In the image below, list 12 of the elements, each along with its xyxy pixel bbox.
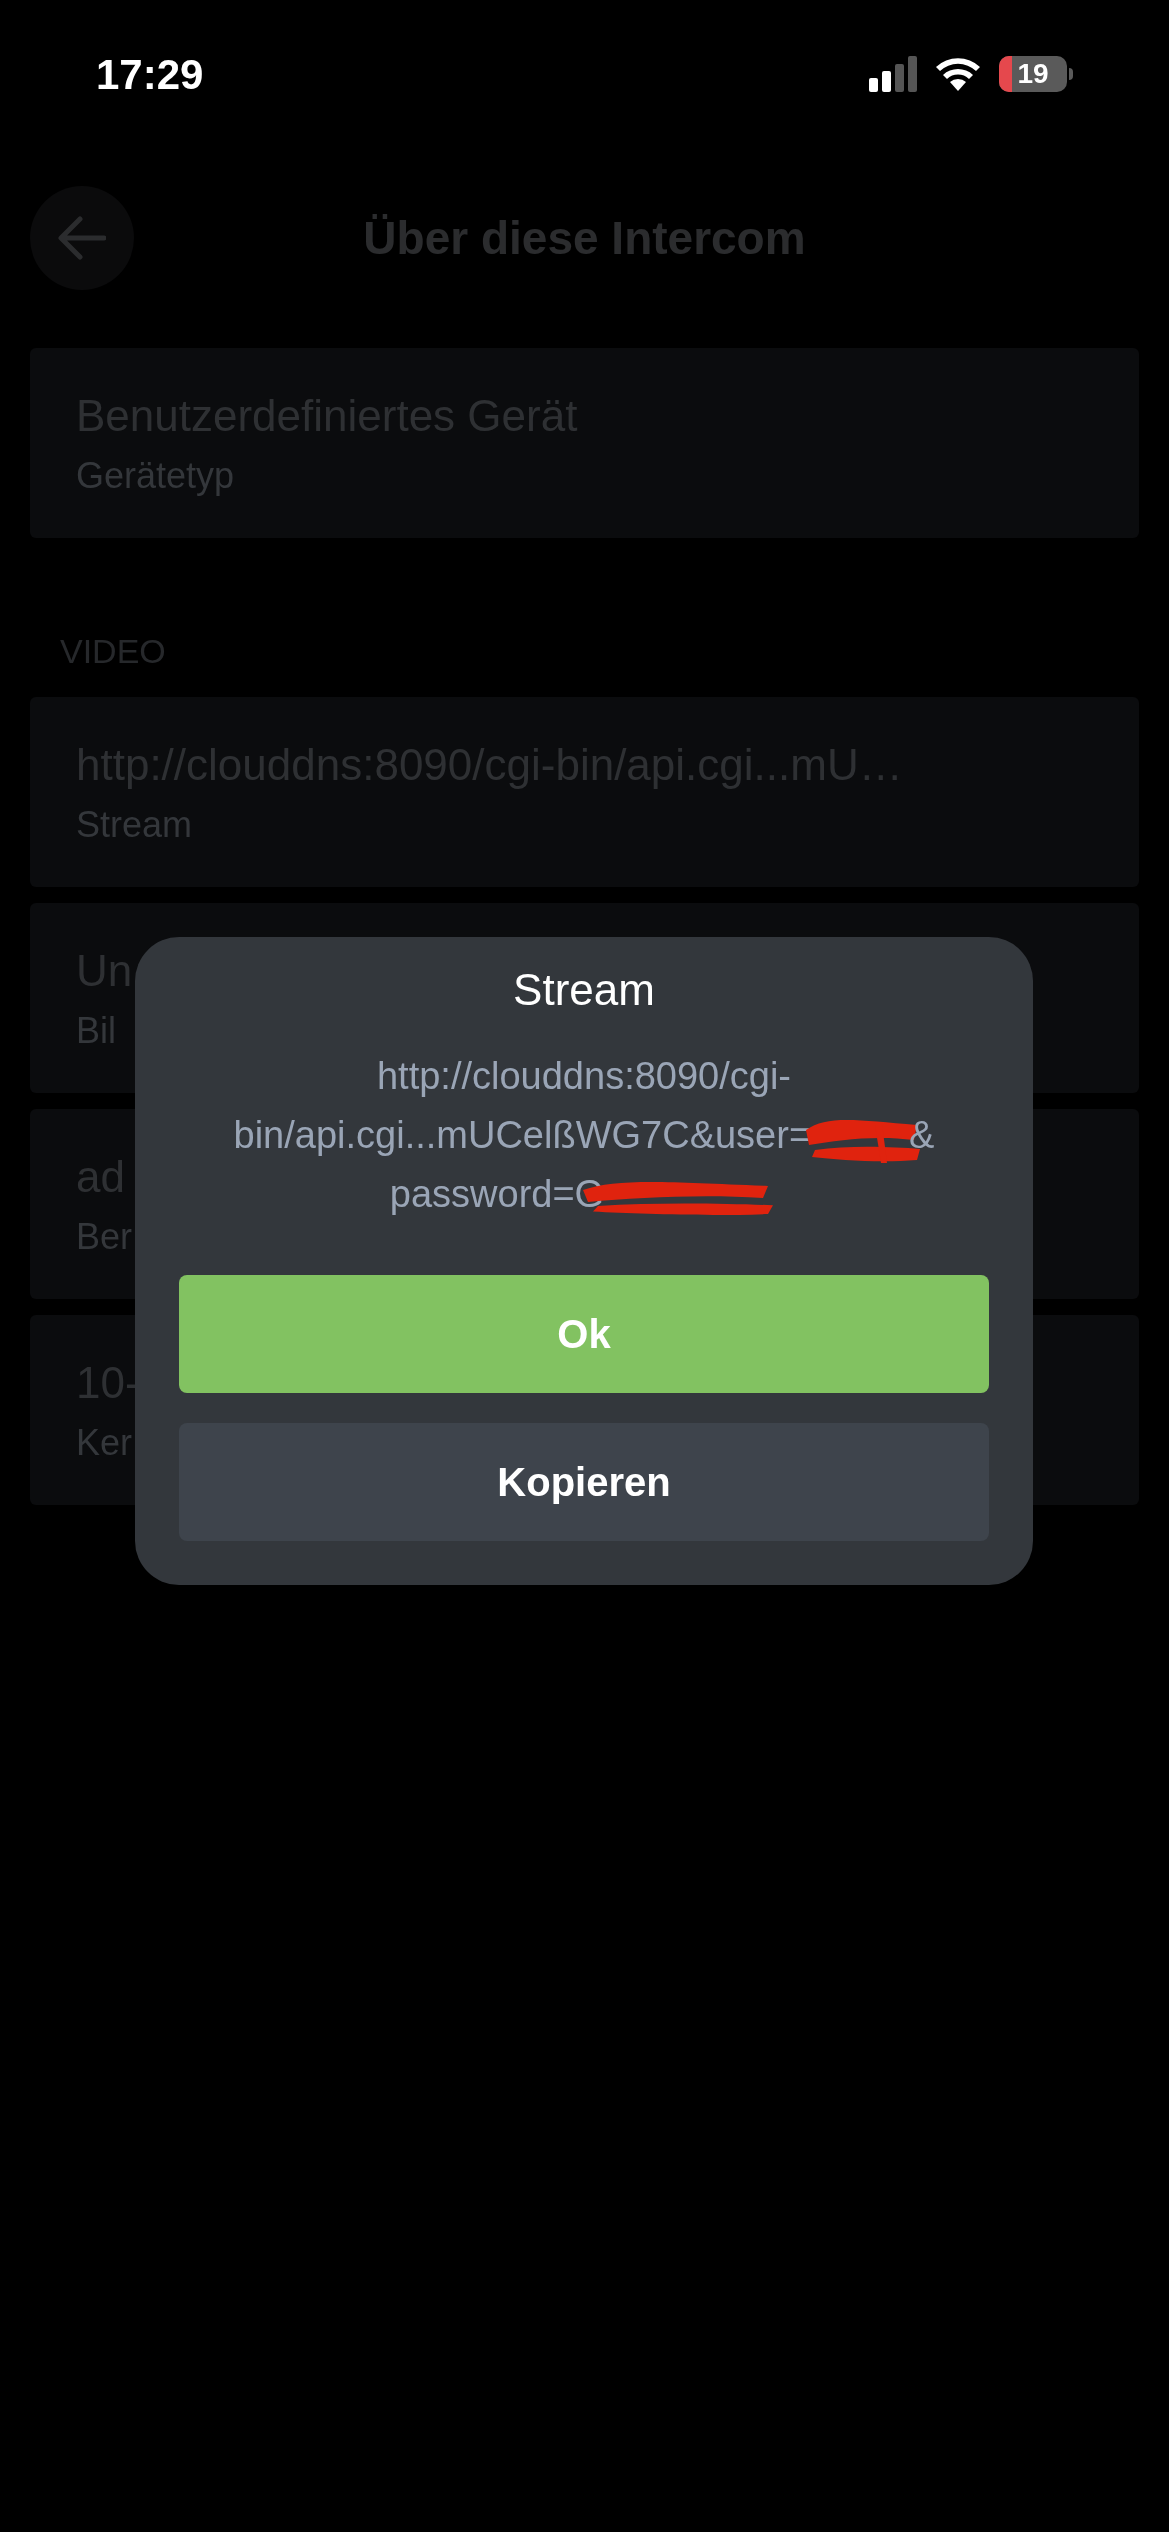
wifi-icon — [935, 57, 981, 91]
signal-icon — [869, 56, 917, 92]
ok-button[interactable]: Ok — [179, 1275, 989, 1393]
copy-button[interactable]: Kopieren — [179, 1423, 989, 1541]
dialog-title: Stream — [513, 964, 655, 1016]
stream-url-text: http://clouddns:8090/cgi- — [376, 1054, 792, 1099]
stream-url-text: bin/api.cgi...mUCelßWG7C&user= — [233, 1113, 812, 1158]
stream-url-text: password=G — [389, 1172, 605, 1217]
status-time: 17:29 — [96, 49, 204, 100]
battery-indicator: 19 — [999, 56, 1073, 92]
stream-url-text: & — [909, 1113, 935, 1158]
back-arrow-icon — [58, 216, 106, 260]
